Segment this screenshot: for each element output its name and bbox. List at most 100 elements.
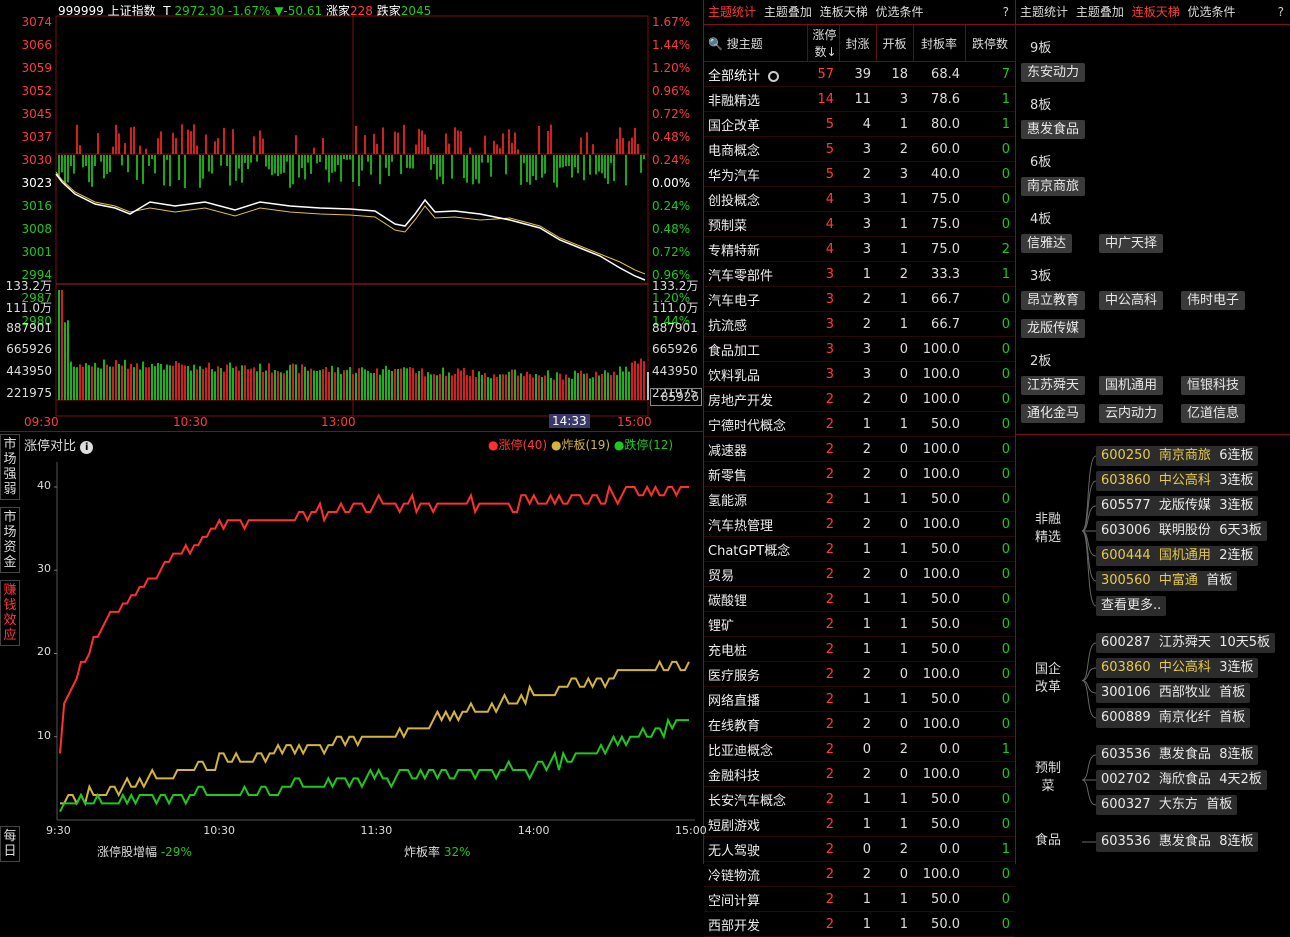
theme-row[interactable]: 冷链物流 2 2 0 100.0 0 bbox=[704, 861, 1015, 887]
change-bar bbox=[481, 155, 483, 163]
search-theme[interactable]: 🔍 搜主题 bbox=[704, 25, 808, 62]
change-bar bbox=[439, 155, 441, 177]
theme-row[interactable]: 汽车热管理 2 2 0 100.0 0 bbox=[704, 511, 1015, 537]
theme-row[interactable]: 抗流感 3 2 1 66.7 0 bbox=[704, 311, 1015, 337]
group-stock[interactable]: 603536 惠发食品 8连板 bbox=[1096, 832, 1259, 852]
volume-bar bbox=[190, 370, 192, 400]
view-more-button[interactable]: 查看更多.. bbox=[1096, 596, 1167, 616]
change-bar bbox=[145, 148, 147, 154]
daily-button[interactable]: 每日 bbox=[0, 826, 20, 862]
group-stock[interactable]: 603860 中公高科 3连板 bbox=[1096, 471, 1259, 491]
volume-bar bbox=[337, 367, 339, 400]
group-stock[interactable]: 605577 龙版传媒 3连板 bbox=[1096, 496, 1259, 516]
group-name[interactable]: 食品 bbox=[1028, 832, 1068, 850]
change-bar bbox=[406, 155, 408, 168]
group-stock[interactable]: 603860 中公高科 3连板 bbox=[1096, 658, 1259, 678]
col-limit-down[interactable]: 跌停数 bbox=[965, 25, 1016, 62]
theme-row[interactable]: 新零售 2 2 0 100.0 0 bbox=[704, 461, 1015, 487]
market-strength-button[interactable]: 市场强弱 bbox=[0, 434, 20, 500]
volume-bar bbox=[457, 368, 459, 400]
tab-filter[interactable]: 优选条件 bbox=[876, 0, 924, 24]
group-stock[interactable]: 600250 南京商旅 6连板 bbox=[1096, 446, 1259, 466]
theme-row[interactable]: 长安汽车概念 2 1 1 50.0 0 bbox=[704, 786, 1015, 812]
pct-tick: 0.72% bbox=[652, 107, 691, 121]
group-stock[interactable]: 600889 南京化纤 首板 bbox=[1096, 708, 1251, 728]
group-name[interactable]: 国企 改革 bbox=[1028, 661, 1068, 697]
group-stock[interactable]: 002702 海欣食品 4天2板 bbox=[1096, 770, 1267, 790]
theme-row[interactable]: 食品加工 3 3 0 100.0 0 bbox=[704, 336, 1015, 362]
theme-cell: 100.0 bbox=[913, 761, 965, 787]
col-seal-rate[interactable]: 封板率 bbox=[913, 25, 966, 62]
theme-row[interactable]: 全部统计 57 39 18 68.4 7 bbox=[704, 61, 1015, 87]
group-name[interactable]: 非融 精选 bbox=[1028, 511, 1068, 547]
theme-row[interactable]: 金融科技 2 2 0 100.0 0 bbox=[704, 761, 1015, 787]
volume-bar bbox=[385, 365, 387, 400]
theme-name: 抗流感 bbox=[704, 311, 807, 337]
theme-row[interactable]: 西部开发 2 1 1 50.0 0 bbox=[704, 911, 1015, 937]
volume-bar bbox=[199, 366, 201, 400]
theme-row[interactable]: 氢能源 2 1 1 50.0 0 bbox=[704, 486, 1015, 512]
stock-name: 联明股份 bbox=[1158, 523, 1211, 538]
change-bar bbox=[199, 155, 201, 188]
theme-row[interactable]: 在线教育 2 2 0 100.0 0 bbox=[704, 711, 1015, 737]
theme-row[interactable]: 贸易 2 2 0 100.0 0 bbox=[704, 561, 1015, 587]
theme-row[interactable]: 碳酸锂 2 1 1 50.0 0 bbox=[704, 586, 1015, 612]
group-stock[interactable]: 603006 联明股份 6天3板 bbox=[1096, 521, 1267, 541]
tab-theme-overlay[interactable]: 主题叠加 bbox=[764, 0, 812, 24]
theme-row[interactable]: 华为汽车 5 2 3 40.0 0 bbox=[704, 161, 1015, 187]
volume-tick-left: 887901 bbox=[6, 320, 52, 335]
tab-theme-stats[interactable]: 主题统计 bbox=[708, 0, 756, 24]
theme-row[interactable]: 国企改革 5 4 1 80.0 1 bbox=[704, 111, 1015, 137]
theme-row[interactable]: 宁德时代概念 2 1 1 50.0 0 bbox=[704, 411, 1015, 437]
theme-name: 预制菜 bbox=[704, 211, 807, 237]
group-stock[interactable]: 603536 惠发食品 8连板 bbox=[1096, 745, 1259, 765]
theme-row[interactable]: 房地产开发 2 2 0 100.0 0 bbox=[704, 386, 1015, 412]
theme-row[interactable]: 汽车零部件 3 1 2 33.3 1 bbox=[704, 261, 1015, 287]
tab-board-ladder[interactable]: 连板天梯 bbox=[820, 0, 868, 24]
change-bar bbox=[310, 155, 312, 174]
profit-effect-button[interactable]: 赚钱效应 bbox=[0, 580, 20, 646]
group-stock[interactable]: 600327 大东方 首板 bbox=[1096, 795, 1238, 815]
theme-row[interactable]: 饮料乳品 3 3 0 100.0 0 bbox=[704, 361, 1015, 387]
theme-row[interactable]: 锂矿 2 1 1 50.0 0 bbox=[704, 611, 1015, 637]
group-stock[interactable]: 300560 中富通 首板 bbox=[1096, 571, 1238, 591]
theme-row[interactable]: 专精特新 4 3 1 75.0 2 bbox=[704, 236, 1015, 262]
theme-row[interactable]: 比亚迪概念 2 0 2 0.0 1 bbox=[704, 736, 1015, 762]
theme-row[interactable]: 空间计算 2 1 1 50.0 0 bbox=[704, 886, 1015, 912]
group-stock[interactable]: 300106 西部牧业 首板 bbox=[1096, 683, 1251, 703]
col-opened[interactable]: 开板 bbox=[876, 25, 914, 62]
group-name[interactable]: 预制菜 bbox=[1028, 760, 1068, 796]
compare-chart[interactable] bbox=[20, 452, 703, 847]
theme-row[interactable]: 减速器 2 2 0 100.0 0 bbox=[704, 436, 1015, 462]
theme-row[interactable]: 创投概念 4 3 1 75.0 0 bbox=[704, 186, 1015, 212]
theme-row[interactable]: ChatGPT概念 2 1 1 50.0 0 bbox=[704, 536, 1015, 562]
theme-row[interactable]: 电商概念 5 3 2 60.0 0 bbox=[704, 136, 1015, 162]
volume-bar bbox=[472, 369, 474, 400]
refresh-circle-icon[interactable] bbox=[768, 70, 780, 82]
pct-tick: 0.72% bbox=[652, 245, 691, 259]
theme-cell: 2 bbox=[839, 286, 876, 312]
volume-bar bbox=[274, 370, 276, 400]
theme-name: 新零售 bbox=[704, 461, 807, 487]
stock-name: 中富通 bbox=[1158, 573, 1198, 588]
theme-cell: 50.0 bbox=[913, 636, 965, 662]
theme-row[interactable]: 汽车电子 3 2 1 66.7 0 bbox=[704, 286, 1015, 312]
col-sealed[interactable]: 封涨 bbox=[839, 25, 877, 62]
intraday-chart[interactable] bbox=[0, 14, 703, 432]
help-icon[interactable]: ? bbox=[1003, 0, 1009, 24]
volume-bar bbox=[262, 371, 264, 400]
theme-row[interactable]: 短剧游戏 2 1 1 50.0 0 bbox=[704, 811, 1015, 837]
limit-up-count: 2 bbox=[807, 711, 839, 737]
group-stock[interactable]: 600444 国机通用 2连板 bbox=[1096, 546, 1259, 566]
change-bar bbox=[427, 147, 429, 154]
theme-row[interactable]: 无人驾驶 2 0 2 0.0 1 bbox=[704, 836, 1015, 862]
col-limit-up[interactable]: 涨停数↓ bbox=[807, 25, 840, 62]
market-fund-button[interactable]: 市场资金 bbox=[0, 507, 20, 573]
theme-row[interactable]: 充电桩 2 1 1 50.0 0 bbox=[704, 636, 1015, 662]
theme-row[interactable]: 预制菜 4 3 1 75.0 0 bbox=[704, 211, 1015, 237]
group-stock[interactable]: 600287 江苏舜天 10天5板 bbox=[1096, 633, 1276, 653]
theme-row[interactable]: 网络直播 2 1 1 50.0 0 bbox=[704, 686, 1015, 712]
theme-row[interactable]: 医疗服务 2 2 0 100.0 0 bbox=[704, 661, 1015, 687]
volume-bar bbox=[151, 363, 153, 400]
theme-row[interactable]: 非融精选 14 11 3 78.6 1 bbox=[704, 86, 1015, 112]
